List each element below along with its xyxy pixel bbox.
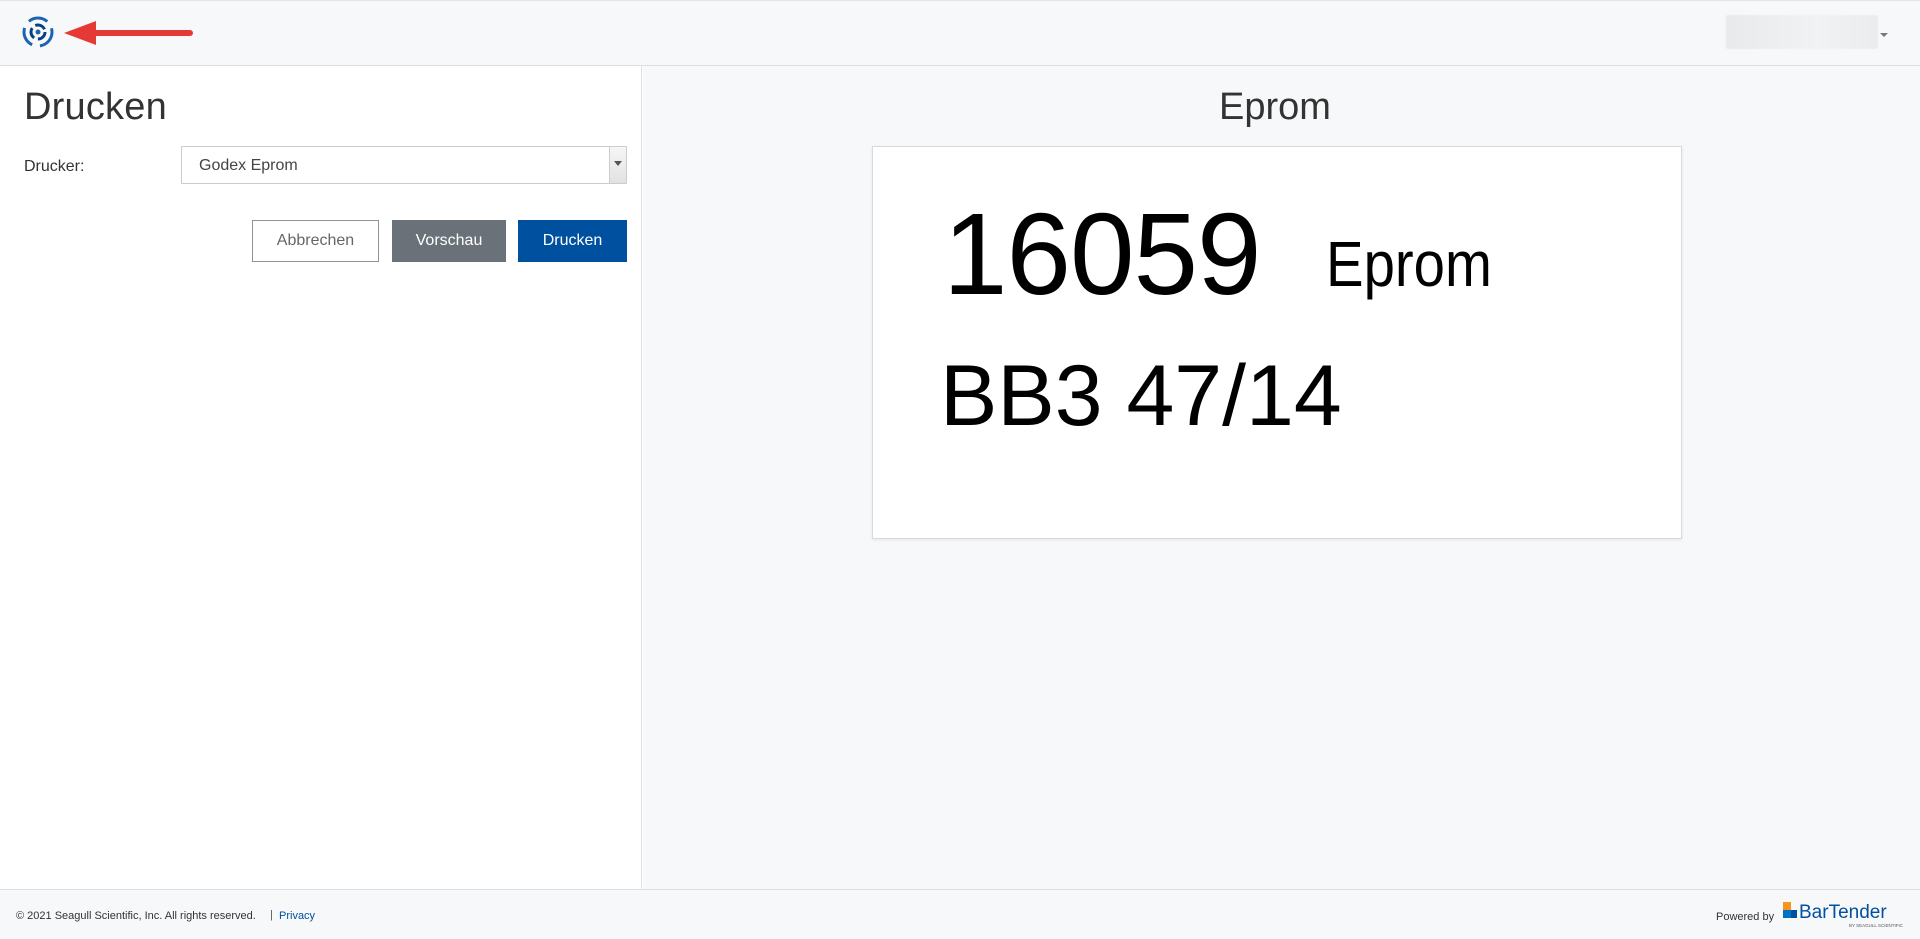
print-panel: Drucken Drucker: Godex Eprom Abbrechen V… [0,66,642,889]
preview-title: Eprom [1219,86,1331,128]
copyright-text: © 2021 Seagull Scientific, Inc. All righ… [16,910,256,922]
bartender-logo[interactable]: BarTender BY SEAGULL SCIENTIFIC [1781,898,1907,930]
user-menu[interactable] [1726,15,1878,49]
printer-select[interactable]: Godex Eprom [181,146,627,184]
label-code: BB3 47/14 [940,348,1342,444]
label-type: Eprom [1326,228,1492,300]
privacy-link[interactable]: Privacy [279,910,315,922]
preview-panel: Eprom 16059 Eprom BB3 47/14 [643,66,1920,889]
powered-by-text: Powered by [1716,911,1775,923]
footer-separator: | [270,909,273,921]
bartender-logo-subtext: BY SEAGULL SCIENTIFIC [1849,923,1904,928]
preview-button[interactable]: Vorschau [392,220,506,262]
red-arrow-icon [64,21,193,45]
footer: © 2021 Seagull Scientific, Inc. All righ… [0,889,1920,939]
top-header [0,0,1920,66]
caret-down-icon[interactable] [1880,33,1888,37]
label-preview: 16059 Eprom BB3 47/14 [872,146,1682,539]
seagull-logo-icon[interactable] [22,16,54,48]
page-title: Drucken [24,86,167,128]
dropdown-arrow-icon[interactable] [609,147,626,183]
print-button[interactable]: Drucken [518,220,627,262]
label-number: 16059 [943,189,1262,319]
printer-select-value: Godex Eprom [199,157,298,174]
bartender-logo-text: BarTender [1799,902,1887,923]
cancel-button[interactable]: Abbrechen [252,220,379,262]
printer-label: Drucker: [24,158,85,175]
